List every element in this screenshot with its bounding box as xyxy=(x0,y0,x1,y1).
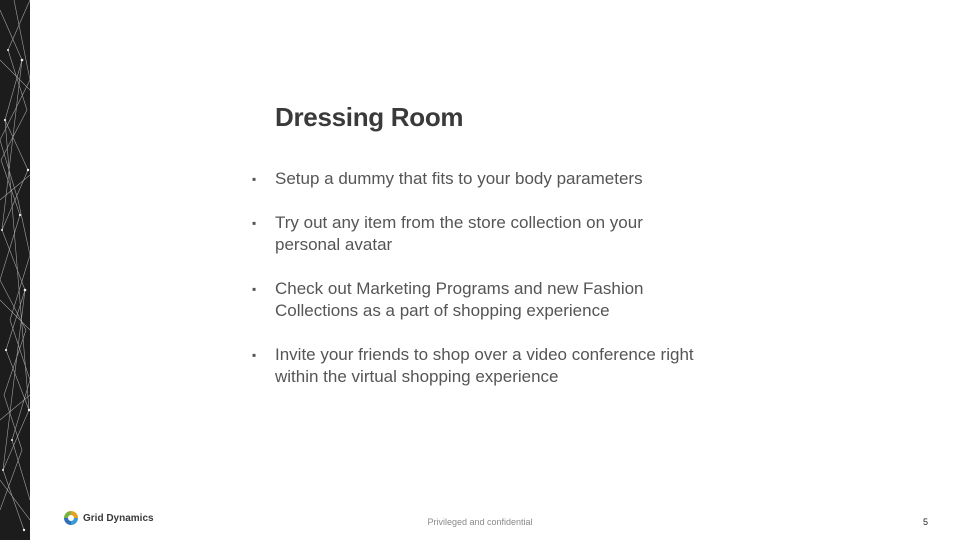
bullet-marker: ▪ xyxy=(252,348,257,362)
bullet-line: Collections as a part of shopping experi… xyxy=(275,301,610,320)
slide-title: Dressing Room xyxy=(275,102,464,132)
network-lines-graphic xyxy=(0,0,30,532)
confidentiality-note: Privileged and confidential xyxy=(427,517,533,527)
bullet-item: ▪ Invite your friends to shop over a vid… xyxy=(248,344,718,388)
page-number: 5 xyxy=(922,517,928,527)
bullet-marker: ▪ xyxy=(252,282,257,296)
bullet-line: personal avatar xyxy=(275,235,393,254)
bullet-line: within the virtual shopping experience xyxy=(275,367,559,386)
bullet-line: Invite your friends to shop over a video… xyxy=(275,345,694,364)
bullet-marker: ▪ xyxy=(252,172,257,186)
bullet-item: ▪ Setup a dummy that fits to your body p… xyxy=(248,168,718,190)
bullet-item: ▪ Check out Marketing Programs and new F… xyxy=(248,278,718,322)
decorative-network-strip xyxy=(0,0,30,540)
bullet-list: ▪ Setup a dummy that fits to your body p… xyxy=(248,168,718,410)
bullet-line: Setup a dummy that fits to your body par… xyxy=(275,169,643,188)
bullet-item: ▪ Try out any item from the store collec… xyxy=(248,212,718,256)
bullet-marker: ▪ xyxy=(252,216,257,230)
bullet-line: Check out Marketing Programs and new Fas… xyxy=(275,279,644,298)
bullet-line: Try out any item from the store collecti… xyxy=(275,213,643,232)
